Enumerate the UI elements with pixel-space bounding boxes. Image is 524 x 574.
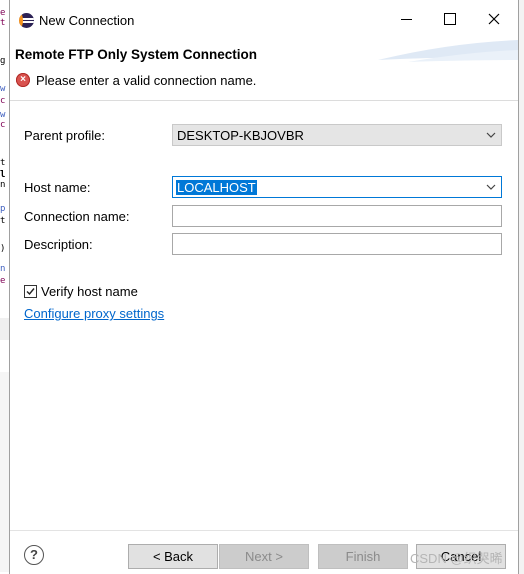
- screen: e t g w c w c t l n p t ) n e New Connec…: [0, 0, 524, 574]
- checkmark-icon: [26, 288, 35, 296]
- host-name-combo[interactable]: LOCALHOST: [172, 176, 502, 198]
- verify-host-label[interactable]: Verify host name: [41, 284, 138, 299]
- description-field[interactable]: [172, 233, 502, 255]
- chevron-down-icon[interactable]: [486, 184, 496, 190]
- help-icon[interactable]: ?: [24, 545, 44, 565]
- wizard-banner: Remote FTP Only System Connection × Plea…: [10, 38, 518, 101]
- minimize-icon[interactable]: [384, 0, 428, 38]
- parent-profile-label: Parent profile:: [24, 128, 105, 143]
- verify-host-checkbox[interactable]: [24, 285, 37, 298]
- description-label: Description:: [24, 237, 93, 252]
- parent-profile-select[interactable]: DESKTOP-KBJOVBR: [172, 124, 502, 146]
- error-message: Please enter a valid connection name.: [36, 73, 257, 88]
- host-name-label: Host name:: [24, 180, 91, 195]
- parent-profile-value: DESKTOP-KBJOVBR: [177, 128, 304, 143]
- maximize-icon[interactable]: [428, 0, 472, 38]
- page-title: Remote FTP Only System Connection: [15, 47, 258, 62]
- configure-proxy-link[interactable]: Configure proxy settings: [24, 306, 164, 321]
- error-icon: ×: [16, 73, 30, 87]
- chevron-down-icon: [486, 132, 496, 138]
- finish-button[interactable]: Finish: [318, 544, 408, 569]
- next-button[interactable]: Next >: [219, 544, 309, 569]
- back-button[interactable]: < Back: [128, 544, 218, 569]
- banner-decoration: [378, 40, 518, 62]
- watermark: CSDN @织哭晞: [410, 551, 503, 566]
- host-name-value: LOCALHOST: [176, 180, 257, 195]
- connection-name-label: Connection name:: [24, 209, 130, 224]
- window-title: New Connection: [39, 13, 135, 28]
- close-icon[interactable]: [472, 0, 516, 38]
- connection-name-field[interactable]: [172, 205, 502, 227]
- eclipse-icon: [19, 13, 34, 28]
- footer-divider: [10, 530, 518, 531]
- title-bar[interactable]: New Connection: [10, 0, 518, 38]
- new-connection-dialog: New Connection Remote FTP Only System Co…: [9, 0, 519, 574]
